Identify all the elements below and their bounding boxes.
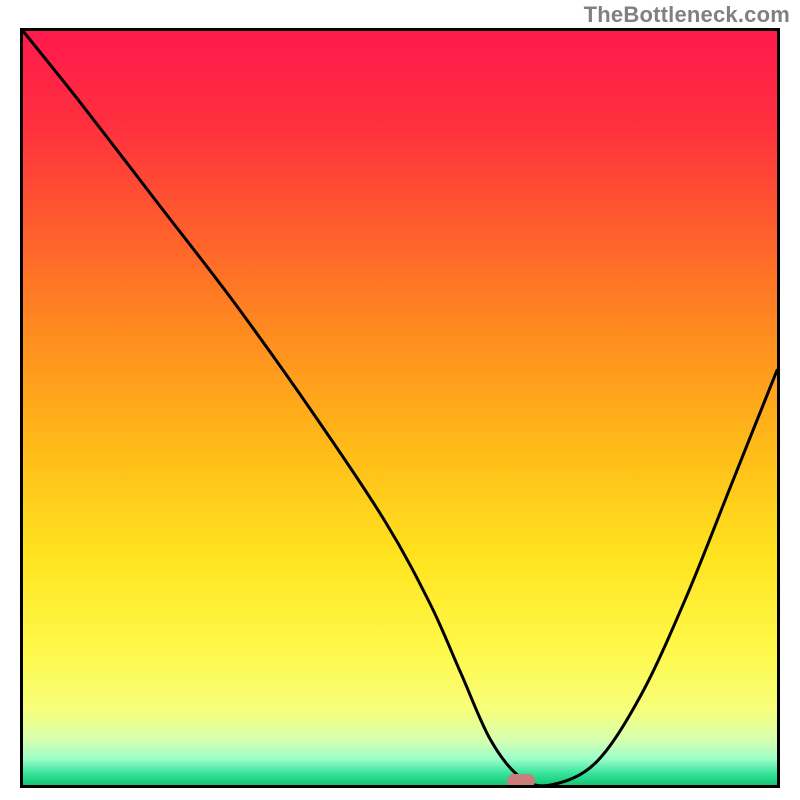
- chart-container: TheBottleneck.com: [0, 0, 800, 800]
- plot-area: [20, 28, 780, 788]
- gradient-backdrop: [23, 31, 777, 785]
- watermark-text: TheBottleneck.com: [584, 2, 790, 28]
- optimal-marker: [507, 774, 535, 788]
- chart-svg: [23, 31, 777, 785]
